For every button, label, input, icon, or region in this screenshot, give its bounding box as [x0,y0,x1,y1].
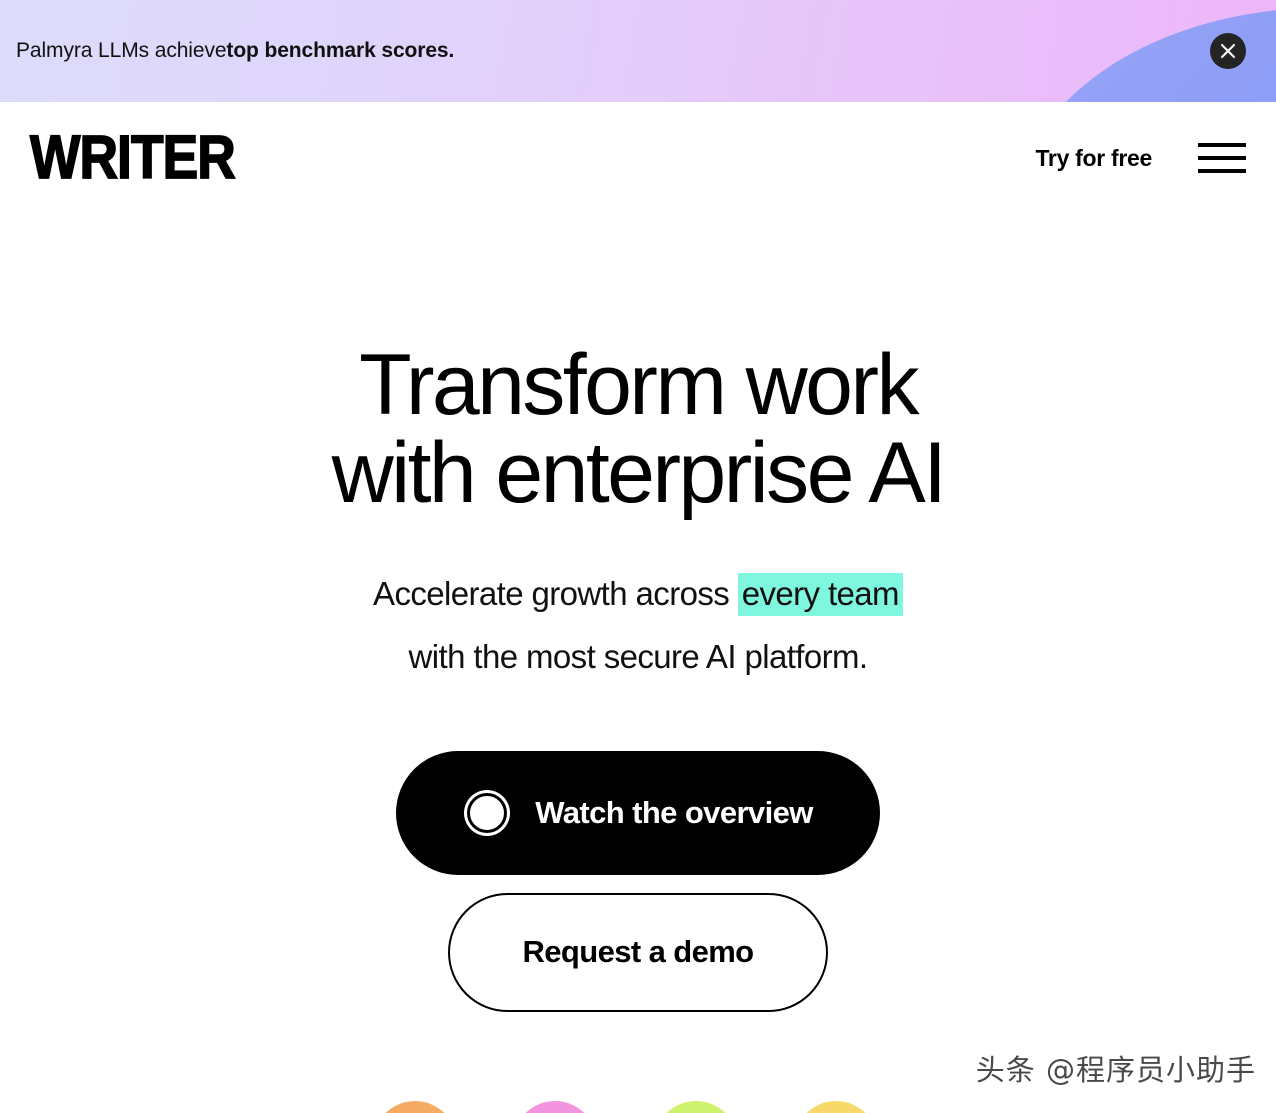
decor-circle-green [654,1101,738,1113]
site-header: WRITER Try for free [0,102,1276,214]
hamburger-line-bottom [1198,169,1246,173]
decor-circle-orange [373,1101,457,1113]
decor-circle-yellow [794,1101,878,1113]
decor-circle-pink [513,1101,597,1113]
play-circle-icon [463,789,511,837]
request-a-demo-button[interactable]: Request a demo [448,892,828,1012]
watch-the-overview-button[interactable]: Watch the overview [396,750,880,875]
header-actions: Try for free [1035,141,1246,175]
hamburger-line-middle [1198,156,1246,160]
watch-the-overview-label: Watch the overview [535,794,813,830]
announcement-banner: Palmyra LLMs achieve top benchmark score… [0,0,1276,102]
hero-headline-line-2: with enterprise AI [331,424,947,521]
hero-headline: Transform work with enterprise AI [138,337,1138,521]
announcement-close-button[interactable] [1210,33,1246,69]
try-for-free-link[interactable]: Try for free [1035,145,1152,172]
cta-button-group: Watch the overview Request a demo [0,750,1276,1012]
hamburger-menu-icon[interactable] [1198,141,1246,175]
hero-subheadline-highlight: every team [737,573,903,617]
announcement-message-bold: top benchmark scores. [226,39,455,62]
hero-section: Transform work with enterprise AI Accele… [0,214,1276,1012]
close-icon [1219,42,1237,60]
hero-subheadline-line-2: with the most secure AI platform. [408,638,869,676]
watermark-text: 头条 @程序员小助手 [975,1053,1256,1087]
decorative-circle-row [0,1101,1276,1113]
writer-logo[interactable]: WRITER [29,126,236,189]
announcement-message-regular: Palmyra LLMs achieve [16,39,227,62]
hamburger-line-top [1198,143,1246,147]
announcement-message: Palmyra LLMs achieve top benchmark score… [16,0,454,102]
hero-subheadline: Accelerate growth across every team with… [0,563,1276,688]
hero-headline-line-1: Transform work [359,337,919,433]
hero-subheadline-text: Accelerate growth across [373,575,738,613]
hero-subheadline-line-1: Accelerate growth across every team [0,563,1276,626]
